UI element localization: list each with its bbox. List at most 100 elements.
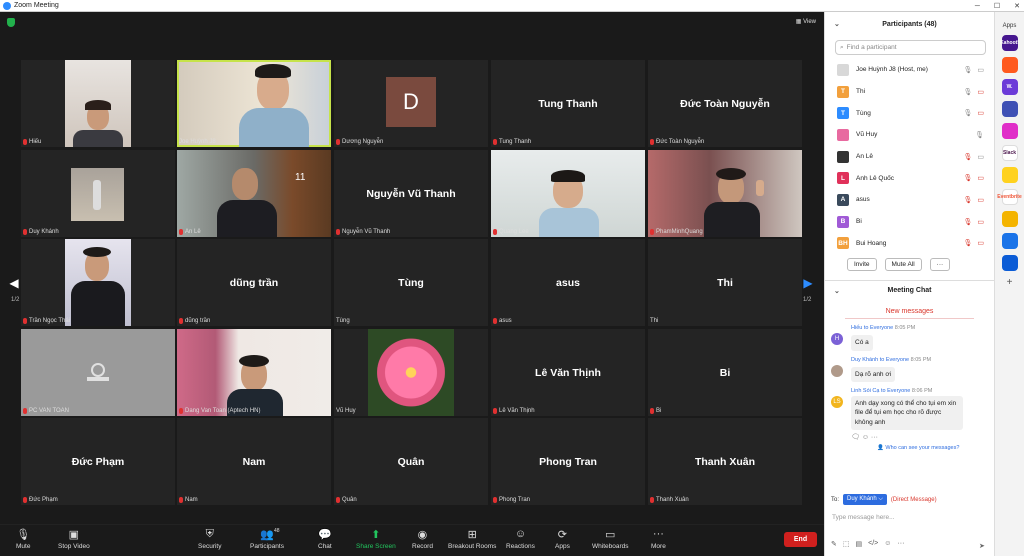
format-icon[interactable]: ✎ <box>831 540 837 548</box>
video-tile[interactable]: Lê Văn Thịnh Lê Văn Thịnh <box>491 329 645 416</box>
mic-icon[interactable]: 🎙 <box>963 66 972 74</box>
security-button[interactable]: ⛨ Security <box>198 528 221 551</box>
mute-all-button[interactable]: Mute All <box>884 258 922 272</box>
app-icon-2[interactable] <box>1001 57 1018 73</box>
mic-icon[interactable]: 🎙 <box>963 88 972 96</box>
video-tile[interactable]: Đức Phạm Đức Phạm <box>21 418 175 505</box>
camera-off-icon[interactable]: ▭ <box>977 239 984 247</box>
send-icon[interactable]: ➤ <box>979 542 985 550</box>
video-tile[interactable]: PhamMinhQuang <box>648 150 802 237</box>
chat-message-input[interactable]: Type message here... <box>832 514 895 521</box>
video-tile[interactable]: Thi Thi <box>648 239 802 326</box>
apps-button[interactable]: ⟳ Apps <box>555 528 570 551</box>
video-tile[interactable]: Joe Huỳnh J8 <box>177 60 331 147</box>
video-camera-icon: ▣ <box>68 528 80 541</box>
video-tile[interactable]: Quân Quân <box>334 418 488 505</box>
share-screen-button[interactable]: ⬆ Share Screen <box>356 528 396 551</box>
participant-row[interactable]: T Thi 🎙 ▭ <box>825 81 994 103</box>
video-tile[interactable]: Vũ Huy <box>334 329 488 416</box>
video-tile[interactable]: Quang Lee <box>491 150 645 237</box>
collapse-chevron-icon[interactable]: ⌄ <box>834 20 840 28</box>
file-icon[interactable]: ▤ <box>856 540 863 548</box>
participants-more-button[interactable]: ··· <box>929 258 951 272</box>
code-icon[interactable]: </> <box>868 540 878 548</box>
collapse-chat-chevron-icon[interactable]: ⌄ <box>834 287 840 295</box>
more-button[interactable]: ··· More <box>651 528 666 550</box>
video-tile[interactable]: Thanh Xuân Thanh Xuân <box>648 418 802 505</box>
video-tile[interactable]: Phong Tran Phong Tran <box>491 418 645 505</box>
camera-icon[interactable]: ▭ <box>977 153 984 161</box>
end-meeting-button[interactable]: End <box>784 532 817 547</box>
video-tile[interactable]: Bi Bi <box>648 329 802 416</box>
participant-row[interactable]: BH Bui Hoang 🎙 ▭ <box>825 233 994 255</box>
participant-row[interactable]: T Tùng 🎙 ▭ <box>825 102 994 124</box>
camera-icon[interactable]: ▭ <box>977 66 984 74</box>
record-button[interactable]: ◉ Record <box>412 528 433 551</box>
app-icon-4[interactable] <box>1001 101 1018 117</box>
emoji-icon[interactable]: ☺ <box>884 540 891 548</box>
camera-off-icon[interactable]: ▭ <box>977 196 984 204</box>
video-tile[interactable]: Nam Nam <box>177 418 331 505</box>
video-tile[interactable]: Đức Toàn Nguyễn Đức Toàn Nguyễn <box>648 60 802 147</box>
app-icon-7[interactable] <box>1001 167 1018 183</box>
app-icon-9[interactable] <box>1001 211 1018 227</box>
video-tile[interactable]: Duy Khánh <box>21 150 175 237</box>
screenshot-icon[interactable]: ⬚ <box>843 540 850 548</box>
participant-status-icons: 🎙 <box>975 131 984 139</box>
mic-icon[interactable]: 🎙 <box>975 131 984 139</box>
video-tile[interactable]: Trần Ngọc Thái <box>21 239 175 326</box>
participant-row[interactable]: Vũ Huy 🎙 <box>825 124 994 146</box>
participant-row[interactable]: An Lê 🎙 ▭ <box>825 146 994 168</box>
reactions-button[interactable]: ☺ Reactions <box>506 528 535 550</box>
tile-name-label: Quân <box>334 497 357 503</box>
whiteboards-button[interactable]: ▭ Whiteboards <box>592 528 629 551</box>
mic-muted-icon[interactable]: 🎙 <box>963 218 972 226</box>
app-icon-5[interactable] <box>1001 123 1018 139</box>
participant-row[interactable]: L Anh Lê Quốc 🎙 ▭ <box>825 167 994 189</box>
slack-app-icon[interactable]: Slack <box>1001 145 1018 161</box>
view-button[interactable]: ▦ View <box>796 18 816 25</box>
video-tile[interactable]: Tung Thanh Tung Thanh <box>491 60 645 147</box>
breakout-rooms-button[interactable]: ⊞ Breakout Rooms <box>448 528 496 551</box>
camera-off-icon[interactable]: ▭ <box>977 109 984 117</box>
camera-off-icon[interactable]: ▭ <box>977 88 984 96</box>
participant-row[interactable]: Joe Huỳnh J8 (Host, me) 🎙 ▭ <box>825 59 994 81</box>
mic-muted-icon[interactable]: 🎙 <box>963 196 972 204</box>
chat-button[interactable]: 💬 Chat <box>318 528 332 551</box>
camera-off-icon[interactable]: ▭ <box>977 174 984 182</box>
app-icon-10[interactable] <box>1001 233 1018 249</box>
video-tile[interactable]: Dang Van Toan (Aptech HN) <box>177 329 331 416</box>
recipient-dropdown[interactable]: Duy Khánh ⌵ <box>843 494 887 505</box>
app-icon-11[interactable] <box>1001 255 1018 271</box>
video-tile[interactable]: Nguyễn Vũ Thanh Nguyễn Vũ Thanh <box>334 150 488 237</box>
video-tile[interactable]: 11 An Lê <box>177 150 331 237</box>
eventbrite-app-icon[interactable]: Eventbrite <box>997 189 1022 205</box>
participant-search-input[interactable]: ⌕ Find a participant <box>835 40 986 55</box>
camera-off-icon[interactable]: ▭ <box>977 218 984 226</box>
message-actions[interactable]: 🗨 ☺ ··· <box>851 433 994 441</box>
mic-muted-icon[interactable]: 🎙 <box>963 153 972 161</box>
video-tile[interactable]: Hiếu <box>21 60 175 147</box>
stop-video-button[interactable]: ▣ Stop Video <box>58 528 90 551</box>
tile-name-text: Hiếu <box>29 139 42 145</box>
app-icon-3[interactable]: W. <box>1001 79 1018 95</box>
maximize-icon[interactable]: ☐ <box>994 2 1000 10</box>
add-app-icon[interactable]: + <box>995 277 1024 288</box>
mute-button[interactable]: 🎙 Mute <box>16 528 30 551</box>
video-tile[interactable]: asus asus <box>491 239 645 326</box>
mic-icon[interactable]: 🎙 <box>963 109 972 117</box>
close-icon[interactable]: ✕ <box>1014 2 1020 10</box>
kahoot-app-icon[interactable]: Kahoot! <box>1000 35 1019 51</box>
who-can-see-link[interactable]: 👤 Who can see your messages? <box>877 445 994 451</box>
video-tile[interactable]: dũng trần dũng trần <box>177 239 331 326</box>
video-tile[interactable]: Tùng Tùng <box>334 239 488 326</box>
video-tile[interactable]: D Dương Nguyễn <box>334 60 488 147</box>
mic-muted-icon[interactable]: 🎙 <box>963 174 972 182</box>
more-options-icon[interactable]: ··· <box>897 540 904 548</box>
video-tile[interactable]: PC VAN TOAN <box>21 329 175 416</box>
invite-button[interactable]: Invite <box>847 258 877 272</box>
minimize-icon[interactable]: ─ <box>975 3 980 10</box>
participant-row[interactable]: B Bi 🎙 ▭ <box>825 211 994 233</box>
mic-muted-icon[interactable]: 🎙 <box>963 239 972 247</box>
participant-row[interactable]: Aasus 🎙 ▭ <box>825 189 994 211</box>
